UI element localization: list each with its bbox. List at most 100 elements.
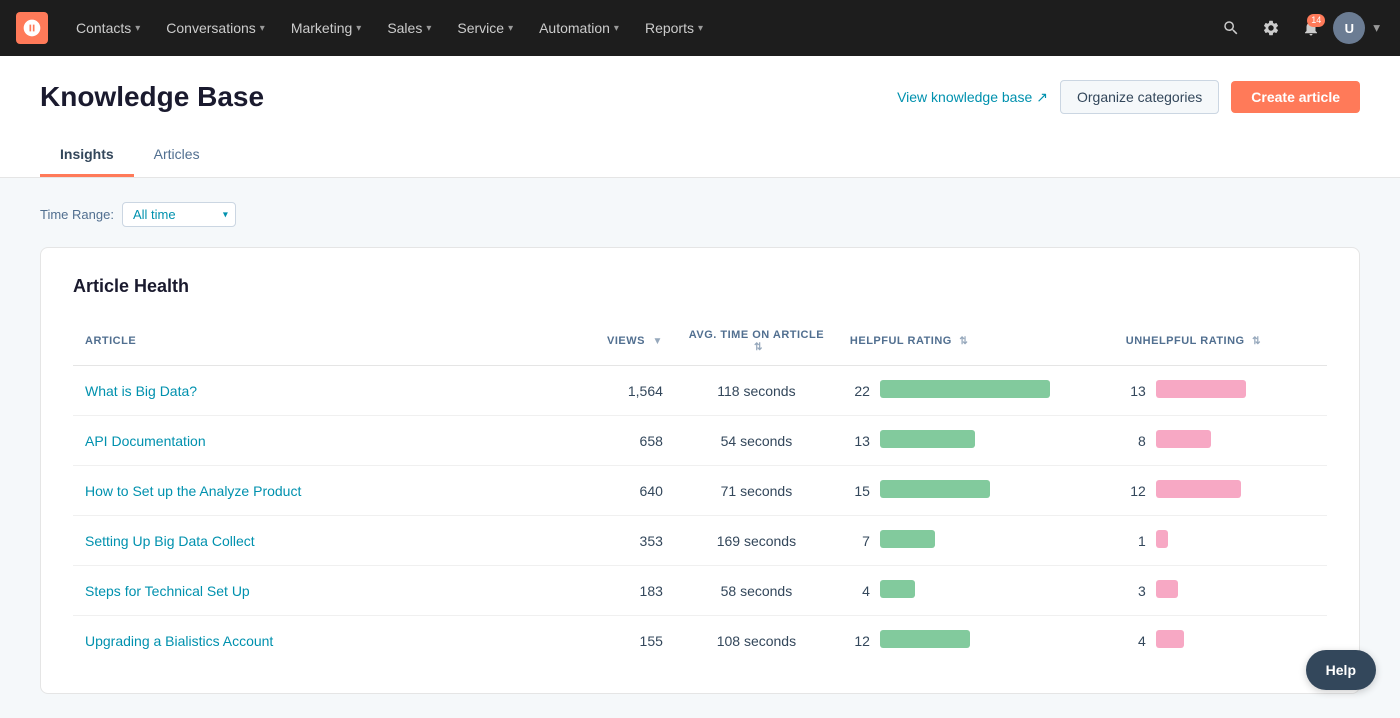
views-cell: 1,564: [550, 366, 675, 416]
table-row: Setting Up Big Data Collect353169 second…: [73, 516, 1327, 566]
nav-item-service[interactable]: Service▾: [445, 12, 525, 44]
helpful-rating-cell: 15: [838, 466, 1114, 516]
helpful-count: 12: [850, 633, 870, 649]
helpful-count: 15: [850, 483, 870, 499]
view-knowledge-base-link[interactable]: View knowledge base ↗: [897, 89, 1048, 106]
helpful-count: 22: [850, 383, 870, 399]
views-cell: 658: [550, 416, 675, 466]
helpful-bar-container: [880, 480, 1102, 501]
article-health-table: Article Views ▼ Avg. Time On Article ⇅ H…: [73, 321, 1327, 665]
unhelpful-rating-cell: 4: [1114, 616, 1327, 666]
nav-item-contacts[interactable]: Contacts▾: [64, 12, 152, 44]
account-expand-button[interactable]: ▾: [1369, 16, 1384, 40]
helpful-rating-cell: 22: [838, 366, 1114, 416]
table-row: API Documentation 65854 seconds 13 8: [73, 416, 1327, 466]
nav-item-marketing[interactable]: Marketing▾: [279, 12, 374, 44]
helpful-count: 7: [850, 533, 870, 549]
settings-button[interactable]: [1253, 10, 1289, 46]
page-content: Time Range: All time Last 7 days Last 30…: [0, 178, 1400, 718]
avg-time-cell: 54 seconds: [675, 416, 838, 466]
column-avg-time[interactable]: Avg. Time On Article ⇅: [675, 321, 838, 366]
avg-time-cell: 58 seconds: [675, 566, 838, 616]
helpful-bar: [880, 380, 1050, 398]
unhelpful-count: 1: [1126, 533, 1146, 549]
unhelpful-count: 3: [1126, 583, 1146, 599]
helpful-bar: [880, 430, 975, 448]
helpful-bar: [880, 480, 990, 498]
tab-articles[interactable]: Articles: [134, 134, 220, 177]
unhelpful-rating-cell: 3: [1114, 566, 1327, 616]
hubspot-logo[interactable]: [16, 12, 48, 44]
article-link-2[interactable]: How to Set up the Analyze Product: [85, 483, 301, 499]
helpful-bar: [880, 530, 935, 548]
helpful-rating-cell: 13: [838, 416, 1114, 466]
page-header: Knowledge Base View knowledge base ↗ Org…: [0, 56, 1400, 178]
unhelpful-bar-container: [1156, 380, 1315, 401]
table-row: Steps for Technical Set Up18358 seconds …: [73, 566, 1327, 616]
time-range-select[interactable]: All time Last 7 days Last 30 days Last 9…: [122, 202, 236, 227]
helpful-bar-container: [880, 380, 1102, 401]
views-cell: 183: [550, 566, 675, 616]
notification-badge: 14: [1307, 14, 1325, 27]
helpful-bar: [880, 630, 970, 648]
unhelpful-count: 12: [1126, 483, 1146, 499]
helpful-sort-icon: ⇅: [959, 336, 968, 347]
views-cell: 353: [550, 516, 675, 566]
helpful-rating-cell: 7: [838, 516, 1114, 566]
unhelpful-bar: [1156, 380, 1246, 398]
tab-insights[interactable]: Insights: [40, 134, 134, 177]
nav-item-sales[interactable]: Sales▾: [375, 12, 443, 44]
views-cell: 640: [550, 466, 675, 516]
unhelpful-bar: [1156, 430, 1211, 448]
time-range-label: Time Range:: [40, 207, 114, 222]
nav-item-automation[interactable]: Automation▾: [527, 12, 631, 44]
article-link-3[interactable]: Setting Up Big Data Collect: [85, 533, 255, 549]
header-actions: View knowledge base ↗ Organize categorie…: [897, 80, 1360, 114]
avatar[interactable]: U: [1333, 12, 1365, 44]
unhelpful-rating-cell: 12: [1114, 466, 1327, 516]
helpful-bar: [880, 580, 915, 598]
unhelpful-bar: [1156, 580, 1178, 598]
table-header-row: Article Views ▼ Avg. Time On Article ⇅ H…: [73, 321, 1327, 366]
unhelpful-bar-container: [1156, 530, 1315, 551]
helpful-bar-container: [880, 630, 1102, 651]
topnav: Contacts▾Conversations▾Marketing▾Sales▾S…: [0, 0, 1400, 56]
helpful-bar-container: [880, 430, 1102, 451]
unhelpful-bar: [1156, 480, 1241, 498]
nav-item-reports[interactable]: Reports▾: [633, 12, 715, 44]
unhelpful-bar: [1156, 630, 1184, 648]
column-article: Article: [73, 321, 550, 366]
article-link-0[interactable]: What is Big Data?: [85, 383, 197, 399]
page-title: Knowledge Base: [40, 81, 264, 113]
notifications-button[interactable]: 14: [1293, 10, 1329, 46]
helpful-count: 4: [850, 583, 870, 599]
helpful-bar-container: [880, 580, 1102, 601]
create-article-button[interactable]: Create article: [1231, 81, 1360, 113]
help-button[interactable]: Help: [1306, 650, 1376, 690]
views-cell: 155: [550, 616, 675, 666]
unhelpful-bar-container: [1156, 480, 1315, 501]
helpful-rating-cell: 4: [838, 566, 1114, 616]
avg-time-sort-icon: ⇅: [754, 342, 763, 353]
article-link-5[interactable]: Upgrading a Bialistics Account: [85, 633, 273, 649]
article-link-4[interactable]: Steps for Technical Set Up: [85, 583, 250, 599]
column-unhelpful-rating[interactable]: Unhelpful Rating ⇅: [1114, 321, 1327, 366]
unhelpful-count: 4: [1126, 633, 1146, 649]
nav-item-conversations[interactable]: Conversations▾: [154, 12, 277, 44]
time-range-bar: Time Range: All time Last 7 days Last 30…: [40, 202, 1360, 227]
unhelpful-bar: [1156, 530, 1168, 548]
unhelpful-rating-cell: 1: [1114, 516, 1327, 566]
article-health-card: Article Health Article Views ▼ Avg. Time…: [40, 247, 1360, 694]
unhelpful-rating-cell: 13: [1114, 366, 1327, 416]
unhelpful-bar-container: [1156, 630, 1315, 651]
column-views[interactable]: Views ▼: [550, 321, 675, 366]
helpful-count: 13: [850, 433, 870, 449]
views-sort-icon: ▼: [653, 336, 663, 347]
column-helpful-rating[interactable]: Helpful Rating ⇅: [838, 321, 1114, 366]
article-link-1[interactable]: API Documentation: [85, 433, 206, 449]
unhelpful-rating-cell: 8: [1114, 416, 1327, 466]
search-button[interactable]: [1213, 10, 1249, 46]
organize-categories-button[interactable]: Organize categories: [1060, 80, 1219, 114]
avg-time-cell: 108 seconds: [675, 616, 838, 666]
unhelpful-bar-container: [1156, 430, 1315, 451]
